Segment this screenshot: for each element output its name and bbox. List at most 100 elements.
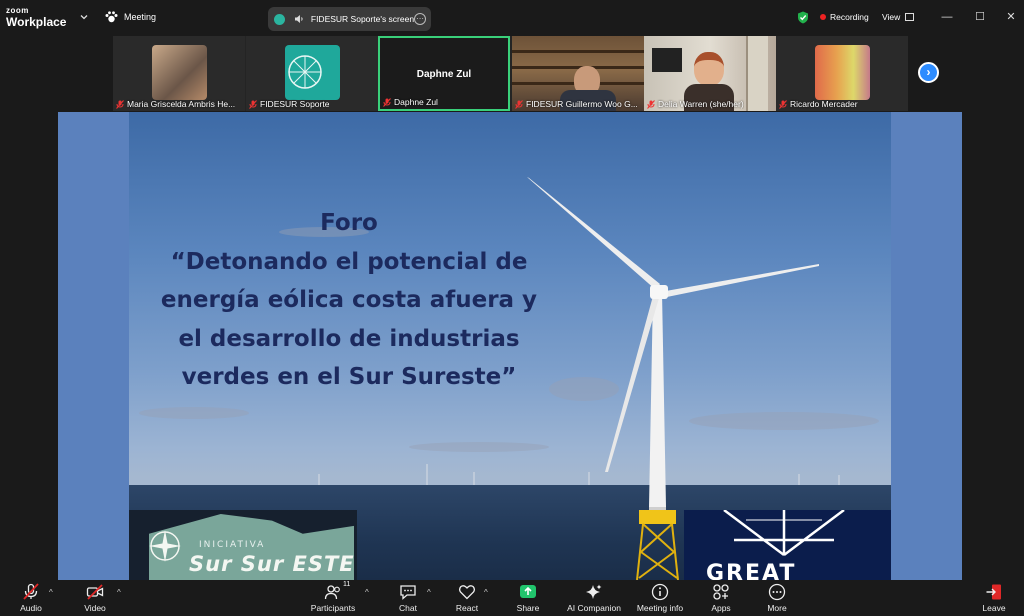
participant-tile[interactable]: Delia Warren (she/her) bbox=[644, 36, 776, 111]
participant-tile[interactable]: Ricardo Mercader bbox=[776, 36, 908, 111]
participant-tile[interactable]: Maria Griscelda Ambris He... bbox=[113, 36, 245, 111]
heart-icon bbox=[458, 585, 476, 600]
next-page-button[interactable]: › bbox=[918, 62, 939, 83]
video-options-chevron-icon[interactable]: ^ bbox=[117, 588, 121, 597]
view-grid-icon bbox=[905, 13, 915, 21]
screen-share-label: FIDESUR Soporte's screen bbox=[310, 14, 415, 24]
great-britain-logo: GREAT bbox=[684, 510, 891, 580]
audio-label: Audio bbox=[20, 603, 42, 613]
chat-options-chevron-icon[interactable]: ^ bbox=[427, 588, 431, 597]
react-label: React bbox=[455, 603, 479, 613]
info-icon bbox=[651, 583, 669, 601]
participants-label: Participants bbox=[310, 603, 356, 613]
title-bar: zoom Workplace Meeting FIDESUR Soporte's… bbox=[0, 0, 1024, 36]
meeting-label: Meeting bbox=[124, 12, 157, 22]
ai-companion-label: AI Companion bbox=[567, 603, 621, 613]
iniciativa-sur-sureste-logo: INICIATIVA Sur Sur ESTE bbox=[129, 510, 357, 580]
participant-name: Ricardo Mercader bbox=[779, 99, 858, 109]
zoom-logo: zoom Workplace bbox=[6, 6, 67, 29]
leave-label: Leave bbox=[982, 603, 1006, 613]
participants-count: 11 bbox=[343, 581, 351, 588]
meeting-toolbar: Audio ^ Video ^ Participants 11 ^ Chat ^… bbox=[0, 580, 1024, 616]
slide-title-line: verdes en el Sur Sureste” bbox=[181, 364, 517, 390]
meeting-info-button[interactable]: Meeting info bbox=[634, 583, 686, 615]
chevron-down-icon[interactable] bbox=[78, 11, 90, 23]
view-label: View bbox=[882, 12, 901, 22]
slide-title-line: Foro bbox=[320, 210, 378, 236]
sparkle-icon bbox=[586, 584, 602, 599]
screen-share-indicator[interactable]: FIDESUR Soporte's screen ··· bbox=[268, 7, 431, 31]
participants-options-chevron-icon[interactable]: ^ bbox=[365, 588, 369, 597]
video-label: Video bbox=[84, 603, 106, 613]
slide-title: Foro “Detonando el potencial de energía … bbox=[149, 204, 549, 397]
ai-companion-button[interactable]: AI Companion bbox=[565, 583, 623, 615]
more-label: More bbox=[767, 603, 787, 613]
more-icon bbox=[768, 583, 786, 601]
audio-button[interactable]: Audio bbox=[16, 583, 46, 615]
mic-muted-icon bbox=[116, 99, 124, 109]
participant-name: FIDESUR Soporte bbox=[249, 99, 329, 109]
share-screen-icon bbox=[520, 585, 536, 598]
camera-off-icon bbox=[86, 584, 104, 600]
logo-left-main-text: Sur Sur ESTE bbox=[189, 552, 355, 576]
mic-muted-icon bbox=[249, 99, 257, 109]
mic-muted-icon bbox=[515, 99, 523, 109]
more-button[interactable]: More bbox=[765, 583, 789, 615]
participant-tile[interactable]: FIDESUR Guillermo Woo G... bbox=[512, 36, 644, 111]
slide-title-line: el desarrollo de industrias bbox=[178, 325, 520, 352]
recording-dot-icon bbox=[820, 14, 826, 20]
presenter-avatar-icon bbox=[274, 13, 285, 25]
chat-button[interactable]: Chat bbox=[396, 583, 420, 615]
speaker-icon bbox=[294, 15, 303, 23]
logo-right-text: GREAT bbox=[706, 561, 797, 580]
participant-name: Daphne Zul bbox=[383, 97, 438, 107]
wheel-logo-icon bbox=[288, 55, 322, 89]
avatar bbox=[815, 45, 870, 100]
paw-icon bbox=[105, 11, 118, 23]
presentation-slide: Foro “Detonando el potencial de energía … bbox=[129, 112, 891, 580]
view-button[interactable]: View bbox=[882, 12, 915, 22]
participant-strip: Maria Griscelda Ambris He... FIDESUR Sop… bbox=[113, 36, 908, 111]
chat-label: Chat bbox=[399, 603, 417, 613]
compass-rose-icon bbox=[149, 530, 181, 562]
participant-name: FIDESUR Guillermo Woo G... bbox=[515, 99, 638, 109]
avatar bbox=[285, 45, 340, 100]
close-icon[interactable]: ✕ bbox=[1003, 9, 1019, 25]
minimize-icon[interactable]: — bbox=[939, 9, 955, 25]
chat-icon bbox=[400, 585, 416, 600]
meeting-info-label: Meeting info bbox=[636, 603, 684, 613]
slide-title-line: “Detonando el potencial de bbox=[170, 248, 528, 275]
apps-icon bbox=[713, 584, 729, 600]
participant-display-name: Daphne Zul bbox=[416, 69, 472, 80]
share-label: Share bbox=[516, 603, 540, 613]
slide-title-line: energía eólica costa afuera y bbox=[160, 287, 538, 313]
brand-workplace: Workplace bbox=[6, 15, 67, 29]
maximize-icon[interactable]: ☐ bbox=[972, 9, 988, 25]
react-button[interactable]: React bbox=[454, 583, 480, 615]
audio-options-chevron-icon[interactable]: ^ bbox=[49, 588, 53, 597]
mic-muted-icon bbox=[779, 99, 787, 109]
ellipsis-icon[interactable]: ··· bbox=[414, 13, 426, 25]
logo-left-top-text: INICIATIVA bbox=[199, 540, 266, 550]
brand-zoom: zoom bbox=[6, 6, 29, 15]
avatar bbox=[152, 45, 207, 100]
leave-button[interactable]: Leave bbox=[982, 583, 1006, 615]
participant-name: Maria Griscelda Ambris He... bbox=[116, 99, 235, 109]
video-button[interactable]: Video bbox=[80, 583, 110, 615]
apps-label: Apps bbox=[711, 603, 731, 613]
apps-button[interactable]: Apps bbox=[709, 583, 733, 615]
mic-muted-icon bbox=[383, 97, 391, 107]
mic-muted-icon bbox=[647, 99, 655, 109]
meeting-button[interactable]: Meeting bbox=[105, 11, 156, 23]
react-options-chevron-icon[interactable]: ^ bbox=[484, 588, 488, 597]
participant-tile[interactable]: FIDESUR Soporte bbox=[246, 36, 378, 111]
mic-muted-icon bbox=[23, 583, 39, 600]
participant-tile-active-speaker[interactable]: Daphne Zul Daphne Zul bbox=[378, 36, 510, 111]
encryption-shield-icon[interactable] bbox=[797, 11, 809, 24]
participants-icon bbox=[324, 585, 340, 600]
share-button[interactable]: Share bbox=[515, 583, 541, 615]
recording-label: Recording bbox=[830, 12, 869, 22]
participant-name: Delia Warren (she/her) bbox=[647, 99, 744, 109]
recording-indicator[interactable]: Recording bbox=[820, 12, 869, 22]
leave-door-icon bbox=[986, 584, 1001, 600]
